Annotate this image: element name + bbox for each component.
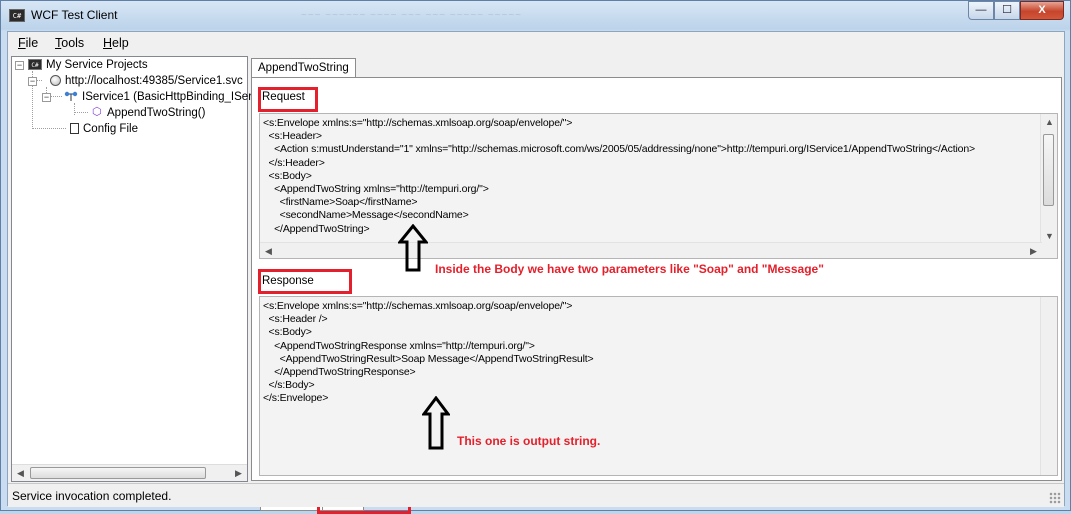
maximize-button[interactable]: ☐: [994, 1, 1020, 20]
interface-icon: [64, 91, 78, 103]
project-icon: C#: [28, 59, 42, 71]
tab-append-two-string[interactable]: AppendTwoString: [251, 58, 356, 78]
app-window: C# WCF Test Client ~~~ ~~~~~~ ~~~~ ~~~ ~…: [0, 0, 1071, 514]
request-xml-line: </s:Header>: [263, 156, 325, 169]
tree-operation-node[interactable]: ⬡ AppendTwoString(): [92, 105, 205, 121]
request-xml-line: <s:Header>: [263, 130, 323, 143]
expander-minus-icon[interactable]: −: [15, 61, 24, 70]
request-xml-line: <secondName>Message</secondName>: [263, 209, 469, 222]
tree-config-label: Config File: [83, 123, 138, 135]
response-xml-line: </AppendTwoStringResponse>: [263, 366, 416, 379]
app-icon: C#: [9, 9, 25, 22]
response-xml-line: <AppendTwoStringResult>Soap Message</App…: [263, 352, 594, 365]
menu-help-label: elp: [112, 36, 129, 50]
up-arrow-annotation-icon: [422, 396, 450, 450]
status-text: Service invocation completed.: [12, 489, 172, 503]
scrollbar-thumb[interactable]: [1043, 134, 1054, 206]
request-xml-line: <AppendTwoString xmlns="http://tempuri.o…: [263, 183, 489, 196]
request-horizontal-scrollbar[interactable]: ◀ ▶: [260, 242, 1042, 258]
response-xml-line: <s:Body>: [263, 326, 312, 339]
menu-file[interactable]: File: [18, 36, 38, 50]
operation-tab-page: Request <s:Envelope xmlns:s="http://sche…: [251, 77, 1062, 514]
status-bar: Service invocation completed.: [8, 483, 1064, 507]
menu-help-mnemonic: H: [103, 36, 113, 50]
response-xml-line: <AppendTwoStringResponse xmlns="http://t…: [263, 339, 535, 352]
request-xml-line: <s:Body>: [263, 169, 312, 182]
tree-root-node[interactable]: C# My Service Projects: [28, 57, 148, 73]
scroll-left-icon[interactable]: ◀: [260, 243, 277, 258]
tree-connector: [50, 96, 62, 97]
close-button[interactable]: X: [1020, 1, 1064, 20]
menu-tools-label: ools: [61, 36, 85, 50]
service-tree[interactable]: − C# My Service Projects − http://localho…: [11, 56, 283, 482]
response-xml-line: </s:Body>: [263, 379, 315, 392]
title-bar-background-text: ~~~ ~~~~~~ ~~~~ ~~~ ~~~ ~~~~~ ~~~~~: [301, 10, 523, 21]
expander-minus-icon[interactable]: −: [42, 93, 51, 102]
request-xml-line: <firstName>Soap</firstName>: [263, 196, 418, 209]
client-area: File Tools Help − C# My Service Projects …: [7, 31, 1065, 514]
response-xml-line: <s:Header />: [263, 313, 328, 326]
scroll-right-icon[interactable]: ▶: [230, 465, 247, 481]
minimize-button[interactable]: —: [968, 1, 994, 20]
menu-file-mnemonic: F: [18, 36, 26, 50]
scroll-up-icon[interactable]: ▲: [1041, 114, 1057, 130]
request-xml-box[interactable]: <s:Envelope xmlns:s="http://schemas.xmls…: [259, 113, 1058, 259]
tree-horizontal-scrollbar[interactable]: ◀ ▶: [12, 464, 247, 481]
tree-service-label: http://localhost:49385/Service1.svc: [65, 75, 243, 87]
tree-operation-label: AppendTwoString(): [107, 107, 206, 119]
scroll-left-icon[interactable]: ◀: [12, 465, 29, 481]
menu-help[interactable]: Help: [103, 36, 129, 50]
resize-grip-icon[interactable]: [1049, 492, 1061, 504]
response-xml-line: <s:Envelope xmlns:s="http://schemas.xmls…: [263, 300, 573, 312]
request-highlight-box: [258, 87, 318, 112]
request-xml-line: </AppendTwoString>: [263, 222, 370, 235]
globe-icon: [50, 75, 61, 87]
scroll-down-icon[interactable]: ▼: [1041, 228, 1057, 244]
method-cube-icon: ⬡: [92, 106, 102, 119]
scroll-right-icon[interactable]: ▶: [1025, 243, 1042, 258]
request-xml-line: <Action s:mustUnderstand="1" xmlns="http…: [263, 143, 976, 156]
tree-contract-node[interactable]: IService1 (BasicHttpBinding_IService1): [64, 89, 283, 105]
request-xml-text: <s:Envelope xmlns:s="http://schemas.xmls…: [263, 117, 975, 236]
response-vertical-scrollbar[interactable]: [1040, 297, 1057, 475]
title-bar[interactable]: C# WCF Test Client ~~~ ~~~~~~ ~~~~ ~~~ ~…: [1, 1, 1070, 31]
response-xml-box[interactable]: <s:Envelope xmlns:s="http://schemas.xmls…: [259, 296, 1058, 476]
output-annotation: This one is output string.: [457, 434, 601, 448]
menu-tools[interactable]: Tools: [55, 36, 84, 50]
window-title: WCF Test Client: [31, 8, 118, 22]
request-xml-line: <s:Envelope xmlns:s="http://schemas.xmls…: [263, 117, 573, 129]
body-annotation: Inside the Body we have two parameters l…: [435, 262, 824, 276]
menu-bar: File Tools Help: [8, 32, 1064, 54]
tree-root-label: My Service Projects: [46, 59, 148, 71]
tree-config-node[interactable]: Config File: [70, 121, 138, 137]
up-arrow-annotation-icon: [398, 224, 428, 272]
tree-service-node[interactable]: http://localhost:49385/Service1.svc: [50, 73, 243, 89]
scrollbar-thumb[interactable]: [30, 467, 206, 479]
expander-minus-icon[interactable]: −: [28, 77, 37, 86]
response-highlight-box: [258, 269, 352, 294]
window-controls: — ☐ X: [968, 1, 1064, 21]
tree-connector: [32, 128, 66, 129]
menu-file-label: ile: [25, 36, 39, 50]
file-icon: [70, 123, 79, 135]
tree-connector: [74, 112, 88, 113]
operation-tab-strip: AppendTwoString: [249, 56, 1063, 78]
response-xml-text: <s:Envelope xmlns:s="http://schemas.xmls…: [263, 300, 594, 406]
request-vertical-scrollbar[interactable]: ▲ ▼: [1040, 114, 1057, 258]
